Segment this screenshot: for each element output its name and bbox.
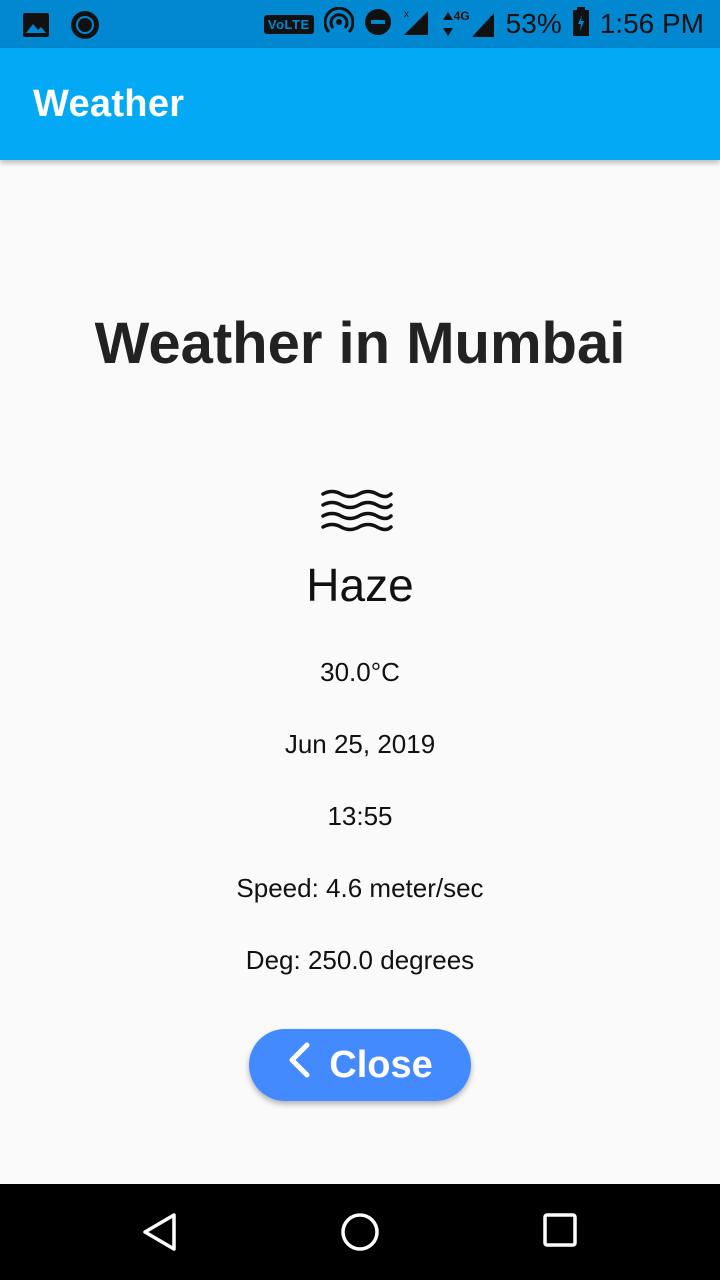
page-title: Weather in Mumbai	[94, 311, 626, 376]
signal-icon: x	[402, 7, 432, 42]
date-text: Jun 25, 2019	[284, 729, 436, 759]
clock: 1:56 PM	[599, 8, 704, 39]
app-bar: Weather	[0, 48, 720, 160]
haze-icon	[320, 488, 394, 532]
weather-content: Weather in Mumbai Haze 30.0°C Jun 25, 20…	[0, 160, 720, 1184]
app-title: Weather	[33, 82, 185, 125]
temperature-text: 30.0°C	[320, 657, 400, 687]
close-button-label: Close	[329, 1043, 433, 1086]
navigation-bar	[0, 1184, 720, 1280]
weather-condition: Haze	[306, 559, 414, 611]
time-text: 13:55	[327, 801, 393, 831]
battery-icon	[572, 6, 590, 42]
status-bar: VoLTE x 4G 53% 1:56 PM	[0, 0, 720, 48]
wind-degree-text: Deg: 250.0 degrees	[245, 945, 475, 975]
network-type: 4G	[442, 9, 496, 39]
close-button[interactable]: Close	[249, 1029, 471, 1101]
battery-percent: 53%	[505, 8, 562, 39]
recents-icon[interactable]	[542, 1212, 582, 1252]
hotspot-icon	[323, 6, 355, 42]
home-icon[interactable]	[340, 1212, 380, 1252]
image-icon	[22, 11, 50, 44]
chevron-left-icon	[287, 1041, 311, 1089]
circle-app-icon	[70, 10, 100, 45]
svg-text:x: x	[404, 9, 409, 20]
wind-speed-text: Speed: 4.6 meter/sec	[236, 873, 484, 903]
back-icon[interactable]	[140, 1212, 180, 1252]
do-not-disturb-icon	[364, 8, 392, 41]
volte-badge: VoLTE	[263, 14, 314, 34]
